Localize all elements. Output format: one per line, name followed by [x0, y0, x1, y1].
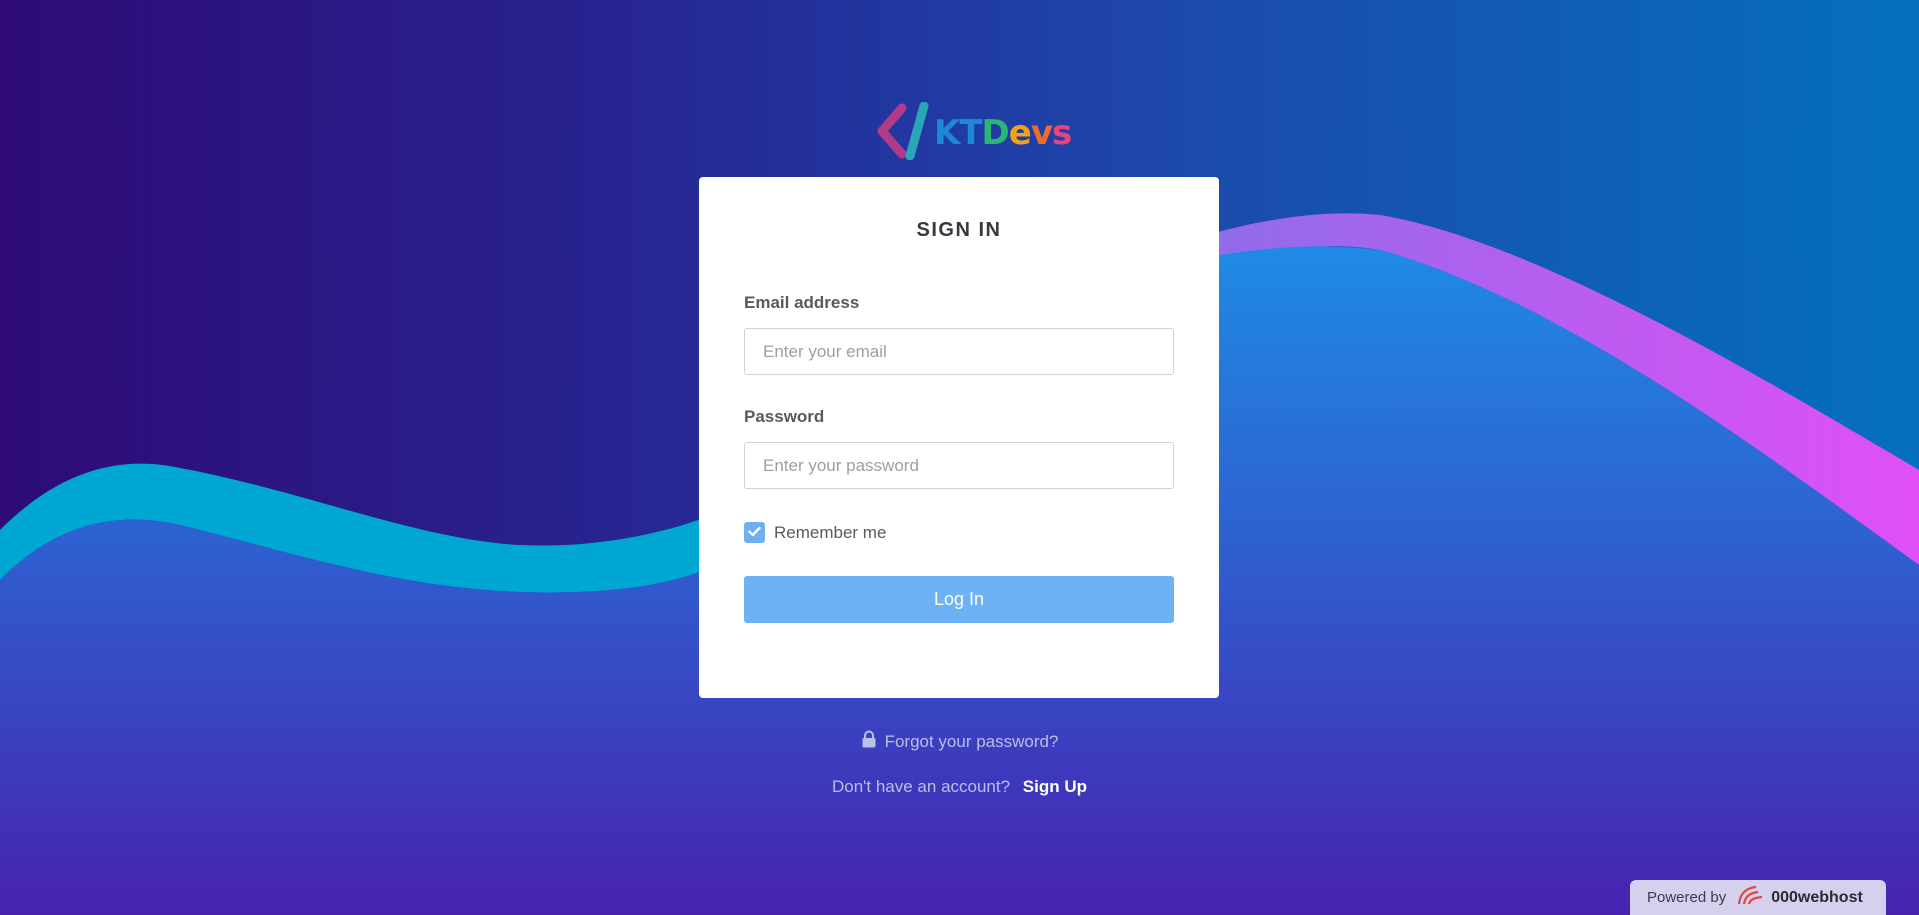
forgot-password-text: Forgot your password? — [884, 731, 1059, 751]
forgot-password-row: Forgot your password? — [0, 730, 1919, 753]
remember-me-label: Remember me — [774, 522, 887, 542]
signup-row: Don't have an account? Sign Up — [0, 777, 1919, 797]
brand-wordmark: KTDevs — [934, 113, 1072, 153]
powered-by-text: Powered by — [1647, 889, 1727, 906]
host-brand-text: 000webhost — [1771, 888, 1863, 906]
code-bracket-logo-icon — [872, 101, 932, 165]
email-field[interactable] — [744, 328, 1174, 375]
sign-up-link[interactable]: Sign Up — [1023, 777, 1087, 796]
brand-wordmark-part: e — [1008, 113, 1032, 153]
brand-wordmark-part: v — [1030, 113, 1053, 153]
remember-me-checkbox[interactable]: Remember me — [744, 522, 886, 543]
brand-wordmark-part: D — [981, 113, 1010, 153]
host-brand: 000webhost — [1736, 884, 1863, 911]
password-field[interactable] — [744, 442, 1174, 489]
forgot-password-link[interactable]: Forgot your password? — [861, 730, 1059, 753]
checkbox-box[interactable] — [744, 522, 765, 543]
000webhost-logo-icon — [1736, 884, 1771, 911]
log-in-button[interactable]: Log In — [744, 576, 1174, 623]
lock-icon — [861, 730, 885, 753]
email-label: Email address — [744, 293, 860, 312]
brand-wordmark-part: s — [1052, 113, 1072, 153]
password-label: Password — [744, 407, 825, 426]
checkmark-icon — [748, 524, 761, 542]
no-account-text: Don't have an account? — [831, 777, 1011, 796]
brand-logo: KTDevs — [872, 101, 1072, 165]
sign-in-card: SIGN IN Email address Password Remember … — [699, 177, 1219, 698]
form-title: SIGN IN — [916, 219, 1002, 241]
powered-by-badge[interactable]: Powered by 000webhost — [1630, 880, 1886, 915]
brand-wordmark-part: KT — [934, 113, 983, 153]
